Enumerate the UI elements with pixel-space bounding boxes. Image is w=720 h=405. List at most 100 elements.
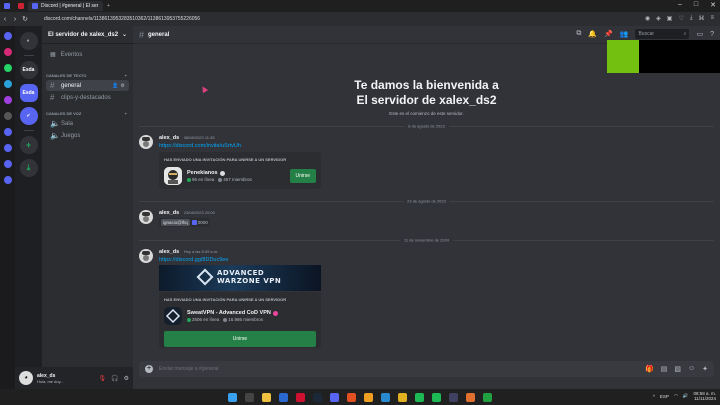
events-item[interactable]: ▦ Eventos	[42, 44, 133, 65]
cube-icon[interactable]	[3, 160, 12, 168]
discord-icon[interactable]	[330, 392, 339, 402]
reaction-pill[interactable]: ignacio@lhq 0000	[159, 218, 210, 227]
pin-icon[interactable]: 📌	[604, 30, 613, 38]
apps-icon[interactable]: ✦	[702, 365, 708, 373]
message-author[interactable]: alex_ds 08/08/2023 11:35	[159, 135, 215, 141]
message-link[interactable]: https://discord.gg/8DDuc9ee	[159, 257, 228, 263]
shield-icon[interactable]: ◈	[656, 15, 661, 22]
headphones-icon[interactable]: 🎧	[111, 375, 118, 382]
ink-server-icon[interactable]: ✔	[19, 107, 38, 125]
tray-chevron-icon[interactable]: ^	[653, 394, 655, 399]
avatar[interactable]	[139, 210, 153, 224]
download-apps-button[interactable]: ⤓	[19, 159, 38, 177]
message-author[interactable]: alex_ds 23/08/2023 20:00	[159, 210, 215, 216]
channel-general[interactable]: # general 👤 ⚙	[46, 80, 129, 91]
vscode-icon[interactable]	[381, 392, 390, 402]
xbox-icon[interactable]	[483, 392, 492, 402]
voice-channel-juegos[interactable]: 🔈 Juegos	[46, 130, 129, 141]
server-header[interactable]: El servidor de xalex_ds2 ⌄	[42, 26, 133, 44]
folder-icon[interactable]	[262, 392, 271, 402]
telegram-icon[interactable]	[3, 80, 12, 88]
extensions-icon[interactable]: ⌘	[698, 15, 704, 22]
settings-icon[interactable]	[3, 128, 12, 136]
add-server-button[interactable]: +	[19, 136, 38, 154]
join-button[interactable]: Unirse	[164, 331, 316, 347]
music-icon[interactable]	[432, 392, 441, 402]
server-icon[interactable]: Esda	[19, 61, 38, 79]
forward-icon[interactable]: ›	[10, 16, 20, 23]
wifi-icon[interactable]: ◠	[674, 393, 678, 399]
category-text-channels[interactable]: CANALES DE TEXTO +	[42, 71, 133, 79]
add-channel-icon[interactable]: +	[125, 73, 127, 78]
minimize-button[interactable]: –	[678, 1, 682, 9]
inbox-icon[interactable]: ▭	[696, 30, 703, 38]
mention-tag[interactable]: ignacio@lhq	[161, 219, 190, 226]
channel-clips[interactable]: # clips-y-destacados	[46, 92, 129, 103]
emoji-icon[interactable]: ☺	[688, 365, 695, 373]
gift-icon[interactable]: 🎁	[645, 365, 654, 373]
gear-icon[interactable]: ⚙	[124, 375, 129, 382]
sticker-icon[interactable]: ▧	[674, 365, 681, 373]
invite-icon[interactable]: 👤	[112, 83, 118, 89]
messenger-icon[interactable]	[3, 96, 12, 104]
download-icon[interactable]: ⤓	[690, 15, 693, 22]
avatar[interactable]	[139, 249, 153, 263]
message-composer[interactable]: + Enviar mensaje a #general 🎁 ▤ ▧ ☺ ✦	[139, 361, 714, 377]
search-input[interactable]: Buscar ⌕	[635, 29, 690, 39]
x-icon[interactable]	[3, 112, 12, 120]
gear-icon[interactable]	[3, 176, 12, 184]
gif-icon[interactable]: ▤	[661, 365, 668, 373]
spotify-icon[interactable]	[415, 392, 424, 402]
message-author[interactable]: alex_ds Hoy a las 8:09 a.m.	[159, 249, 218, 255]
discord-home-button[interactable]: ◐	[19, 32, 38, 50]
threads-icon[interactable]: ⧉	[576, 30, 581, 38]
new-tab-button[interactable]: +	[103, 1, 114, 11]
reload-icon[interactable]: ↻	[20, 15, 30, 23]
camera-icon[interactable]: ◉	[645, 15, 650, 22]
add-attachment-icon[interactable]: +	[145, 365, 153, 373]
steam-icon[interactable]	[313, 392, 322, 402]
browser-tab[interactable]	[0, 1, 14, 11]
clock[interactable]: 08:58 a. m. 11/11/2024	[693, 391, 716, 401]
windows-start-icon[interactable]	[228, 392, 237, 402]
instagram-icon[interactable]	[3, 48, 12, 56]
history-icon[interactable]	[3, 144, 12, 152]
whatsapp-icon[interactable]	[3, 64, 12, 72]
embed-banner[interactable]: ADVANCED WARZONE VPN	[159, 265, 321, 291]
bell-icon[interactable]: 🔔	[588, 30, 597, 38]
gear-icon[interactable]: ⚙	[121, 83, 125, 89]
category-voice-channels[interactable]: CANALES DE VOZ +	[42, 109, 133, 117]
server-icon-active[interactable]: Esda	[19, 84, 38, 102]
volume-icon[interactable]: 🔊	[683, 393, 689, 399]
maximize-button[interactable]: □	[694, 1, 698, 9]
opera-icon[interactable]	[296, 392, 305, 402]
heart-icon[interactable]: ♡	[678, 15, 683, 22]
avatar[interactable]: ◕	[19, 371, 33, 385]
store-icon[interactable]	[279, 392, 288, 402]
user-info[interactable]: alex_ds Hola, me doy...	[37, 373, 64, 384]
notes-icon[interactable]	[364, 392, 373, 402]
search-icon[interactable]	[245, 392, 254, 402]
join-button[interactable]: Unirse	[289, 169, 316, 183]
mic-muted-icon[interactable]: 🎙	[99, 375, 107, 382]
menu-icon[interactable]: ≡	[710, 15, 714, 22]
close-button[interactable]: ✕	[710, 1, 716, 9]
back-icon[interactable]: ‹	[0, 16, 10, 23]
add-channel-icon[interactable]: +	[125, 111, 127, 116]
help-icon[interactable]: ?	[710, 31, 714, 38]
office-icon[interactable]	[347, 392, 356, 402]
browser-tab-active[interactable]: Discord | #general | El ser	[28, 1, 103, 11]
app-icon[interactable]	[449, 392, 458, 402]
browser-tab[interactable]	[14, 1, 28, 11]
voice-channel-sala[interactable]: 🔈 Sala	[46, 118, 129, 129]
language-indicator[interactable]: ESP	[660, 394, 669, 399]
avatar[interactable]	[139, 135, 153, 149]
chrome-icon[interactable]	[398, 392, 407, 402]
box-icon[interactable]: ▣	[667, 15, 673, 22]
message-link[interactable]: https://discord.com/invite/uSrtvUh	[159, 143, 241, 149]
members-icon[interactable]: 👥	[620, 30, 629, 38]
app-icon[interactable]	[466, 392, 475, 402]
invite-row: SweatVPN - Advanced CoD VPN 2506 en líne…	[164, 307, 316, 325]
url-field[interactable]: discord.com/channels/1138613953283510362…	[44, 16, 200, 22]
discord-icon[interactable]	[3, 32, 12, 40]
